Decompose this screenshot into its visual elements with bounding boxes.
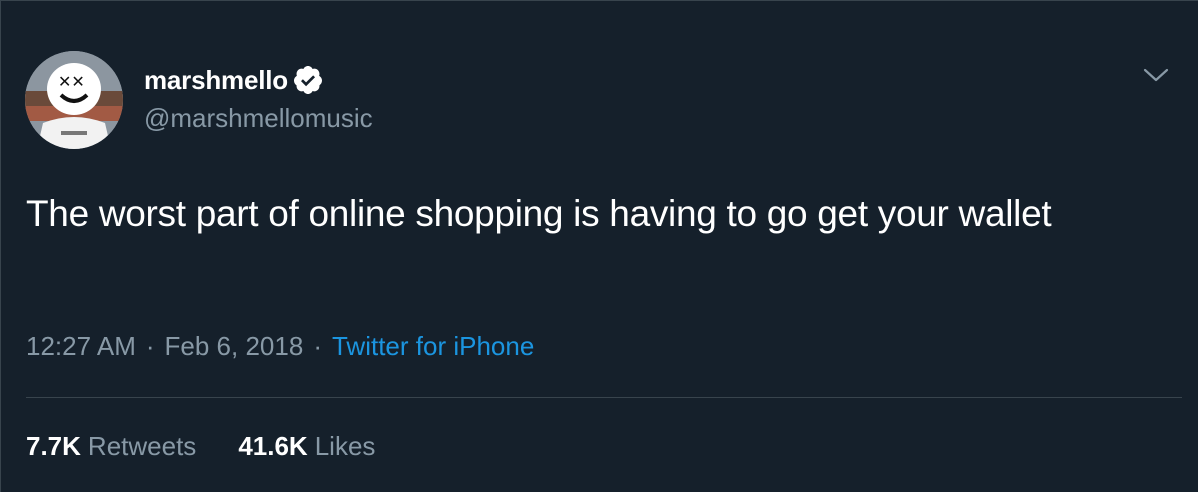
likes-stat[interactable]: 41.6K Likes — [238, 431, 375, 462]
tweet-time[interactable]: 12:27 AM — [26, 331, 136, 362]
author-name-row[interactable]: marshmello — [144, 63, 324, 97]
tweet-card: ✕✕ marshmello @marshmellomusic The worst… — [0, 0, 1198, 492]
verified-badge-icon — [293, 66, 322, 94]
likes-label: Likes — [314, 431, 376, 461]
retweets-count: 7.7K — [26, 431, 81, 461]
chevron-down-icon[interactable] — [1142, 65, 1170, 85]
divider — [26, 397, 1182, 398]
tweet-meta: 12:27 AM · Feb 6, 2018 · Twitter for iPh… — [26, 331, 534, 362]
display-name[interactable]: marshmello — [144, 65, 288, 96]
retweets-label: Retweets — [87, 431, 197, 461]
svg-text:✕✕: ✕✕ — [58, 72, 85, 91]
meta-separator: · — [145, 331, 155, 361]
tweet-source-link[interactable]: Twitter for iPhone — [332, 331, 534, 362]
tweet-date[interactable]: Feb 6, 2018 — [165, 331, 304, 362]
handle[interactable]: @marshmellomusic — [144, 103, 373, 134]
avatar[interactable]: ✕✕ — [25, 51, 123, 149]
retweets-stat[interactable]: 7.7K Retweets — [26, 431, 196, 462]
tweet-text: The worst part of online shopping is hav… — [26, 193, 1052, 234]
meta-separator: · — [313, 331, 322, 361]
avatar-image: ✕✕ — [25, 51, 123, 149]
likes-count: 41.6K — [238, 431, 308, 461]
tweet-stats: 7.7K Retweets 41.6K Likes — [26, 431, 417, 462]
